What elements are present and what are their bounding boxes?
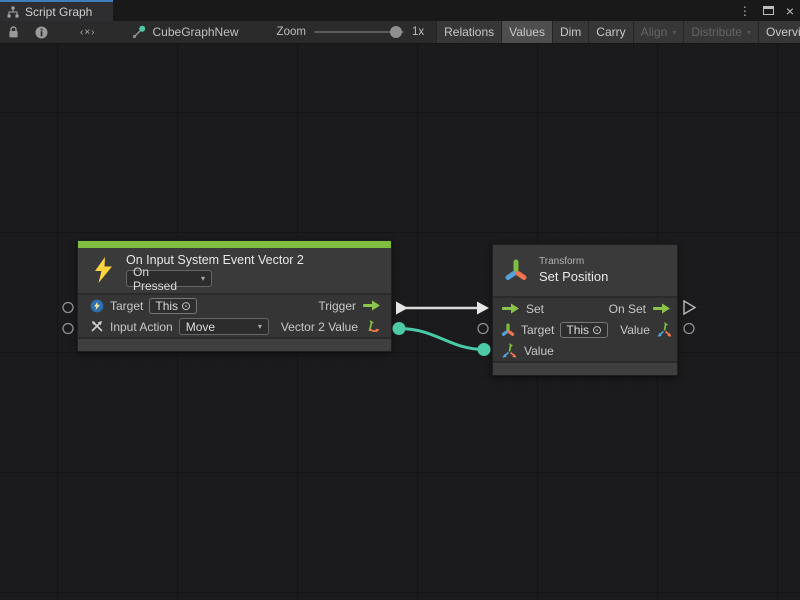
node-set-position[interactable]: Transform Set Position Set On Set: [492, 244, 678, 376]
port-on-set-output[interactable]: [684, 301, 695, 314]
connection-flow-arrowhead: [477, 302, 489, 315]
graph-icon: [132, 25, 146, 39]
info-icon[interactable]: [27, 21, 56, 43]
target-this-value: This: [566, 323, 589, 337]
event-type-value: On Pressed: [133, 265, 193, 293]
flow-arrow-icon: [652, 303, 671, 314]
distribute-dropdown[interactable]: Distribute ▾: [683, 21, 758, 43]
graph-canvas[interactable]: On Input System Event Vector 2 On Presse…: [0, 44, 800, 600]
target-this-field[interactable]: This ⊙: [149, 298, 197, 314]
target-this-value: This: [155, 299, 178, 313]
overview-button[interactable]: Overview: [758, 21, 800, 43]
zoom-label: Zoom: [277, 26, 306, 38]
zoom-value: 1x: [412, 26, 424, 38]
caret-down-icon: ▾: [672, 28, 676, 37]
set-port-label: Set: [526, 302, 544, 316]
node-footer: [493, 363, 677, 375]
hierarchy-icon: [7, 6, 19, 18]
align-label: Align: [641, 25, 668, 39]
port-value-input[interactable]: [478, 343, 491, 356]
distribute-label: Distribute: [691, 25, 742, 39]
input-action-value: Move: [186, 320, 215, 334]
close-icon[interactable]: ×: [786, 4, 794, 18]
object-picker-icon: ⊙: [181, 299, 191, 313]
port-target-input[interactable]: [63, 303, 73, 313]
port-value-output[interactable]: [684, 324, 694, 334]
event-icon: [90, 299, 104, 313]
graph-name: CubeGraphNew: [153, 25, 239, 39]
vector2-value-port-label: Vector 2 Value: [281, 320, 358, 334]
node-title: Set Position: [539, 269, 608, 284]
target-this-field[interactable]: This ⊙: [560, 322, 608, 338]
carry-button[interactable]: Carry: [588, 21, 632, 43]
value-in-port-label: Value: [524, 344, 554, 358]
event-type-dropdown[interactable]: On Pressed ▾: [126, 270, 212, 287]
zoom-slider[interactable]: [314, 31, 404, 33]
input-action-icon: [90, 320, 104, 334]
flow-arrow-icon: [362, 300, 381, 311]
lock-icon[interactable]: [0, 21, 27, 43]
transform-mini-icon: [501, 323, 515, 337]
toolbar-toggle-group: Relations Values Dim Carry Align ▾ Distr…: [436, 21, 800, 43]
node-category: Transform: [539, 256, 608, 267]
target-port-label: Target: [110, 299, 143, 313]
value-out-port-label: Value: [620, 323, 650, 337]
input-action-port-label: Input Action: [110, 320, 173, 334]
vector2-icon: [364, 318, 381, 335]
caret-down-icon: ▾: [258, 322, 262, 331]
tab-title: Script Graph: [25, 5, 92, 19]
flow-arrow-icon: [501, 303, 520, 314]
graph-toolbar: ‹×› CubeGraphNew Zoom 1x Relations Value…: [0, 21, 800, 44]
maximize-icon[interactable]: [763, 6, 774, 15]
graph-breadcrumb[interactable]: CubeGraphNew: [120, 21, 249, 43]
port-input-action-input[interactable]: [63, 324, 73, 334]
node-accent-bar: [78, 241, 391, 248]
vector3-icon: [501, 342, 518, 359]
node-on-input-system-event-vector2[interactable]: On Input System Event Vector 2 On Presse…: [77, 240, 392, 352]
vector3-icon: [656, 321, 673, 338]
node-footer: [78, 339, 391, 351]
zoom-control: Zoom 1x: [249, 21, 435, 43]
target-port-label: Target: [521, 323, 554, 337]
tab-script-graph[interactable]: Script Graph: [0, 0, 113, 21]
object-picker-icon: ⊙: [592, 323, 602, 337]
tab-bar: Script Graph ⋮ ×: [0, 0, 800, 21]
trigger-port-label: Trigger: [318, 299, 356, 313]
dim-button[interactable]: Dim: [552, 21, 588, 43]
lightning-icon: [92, 253, 114, 287]
connection-data[interactable]: [399, 329, 484, 350]
port-target-input-2[interactable]: [478, 324, 488, 334]
transform-icon: [503, 257, 529, 283]
on-set-port-label: On Set: [609, 302, 646, 316]
caret-down-icon: ▾: [201, 274, 205, 283]
port-vector2-value-output[interactable]: [393, 322, 406, 335]
caret-down-icon: ▾: [747, 28, 751, 37]
relations-button[interactable]: Relations: [436, 21, 501, 43]
align-dropdown[interactable]: Align ▾: [633, 21, 684, 43]
zoom-slider-thumb[interactable]: [390, 26, 402, 38]
values-button[interactable]: Values: [501, 21, 552, 43]
input-action-dropdown[interactable]: Move ▾: [179, 318, 269, 335]
code-preview-icon[interactable]: ‹×›: [56, 21, 120, 43]
window-menu-icon[interactable]: ⋮: [739, 5, 751, 17]
